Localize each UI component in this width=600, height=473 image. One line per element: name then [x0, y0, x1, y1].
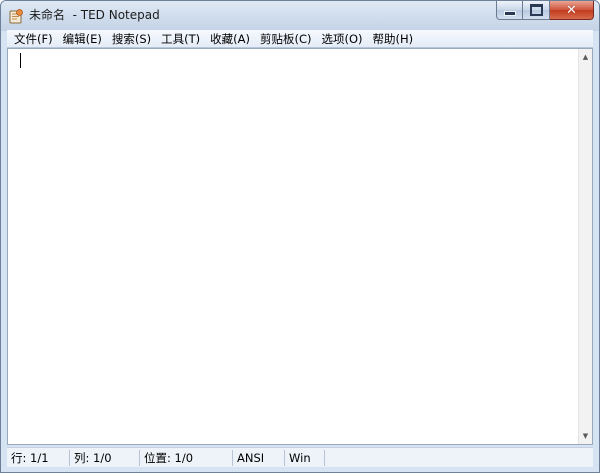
text-caret [20, 53, 21, 68]
minimize-button[interactable] [496, 1, 523, 20]
status-line: 行: 1/1 [7, 449, 70, 466]
caption-buttons: ✕ [496, 1, 594, 21]
menu-bar: 文件(F) 编辑(E) 搜索(S) 工具(T) 收藏(A) 剪贴板(C) 选项(… [7, 30, 593, 48]
status-position: 位置: 1/0 [140, 449, 233, 466]
window-title: 未命名 - TED Notepad [29, 8, 160, 22]
menu-help[interactable]: 帮助(H) [368, 31, 419, 47]
menu-edit[interactable]: 编辑(E) [58, 31, 107, 47]
menu-file[interactable]: 文件(F) [9, 31, 58, 47]
menu-favorites[interactable]: 收藏(A) [205, 31, 255, 47]
status-column: 列: 1/0 [70, 449, 140, 466]
vertical-scrollbar[interactable]: ▲ ▼ [578, 49, 592, 444]
menu-options[interactable]: 选项(O) [316, 31, 367, 47]
menu-clipboard[interactable]: 剪贴板(C) [255, 31, 317, 47]
status-encoding: ANSI [233, 449, 285, 466]
status-bar: 行: 1/1 列: 1/0 位置: 1/0 ANSI Win [7, 447, 593, 467]
text-editor[interactable]: ▲ ▼ [7, 48, 593, 445]
minimize-icon [503, 10, 516, 16]
notepad-window: 未命名 - TED Notepad ✕ 文件(F) 编辑(E) 搜索(S) 工具… [0, 0, 600, 473]
close-icon: ✕ [566, 2, 577, 18]
title-bar[interactable]: 未命名 - TED Notepad ✕ [1, 1, 599, 31]
close-button[interactable]: ✕ [550, 1, 594, 20]
notepad-app-icon[interactable] [9, 9, 23, 24]
status-empty-space [325, 450, 593, 466]
menu-search[interactable]: 搜索(S) [107, 31, 156, 47]
scroll-up-arrow-icon[interactable]: ▲ [579, 50, 592, 64]
scroll-down-arrow-icon[interactable]: ▼ [579, 429, 592, 443]
menu-tools[interactable]: 工具(T) [156, 31, 205, 47]
maximize-icon [529, 4, 543, 16]
status-line-endings: Win [285, 449, 325, 466]
maximize-button[interactable] [523, 1, 550, 20]
